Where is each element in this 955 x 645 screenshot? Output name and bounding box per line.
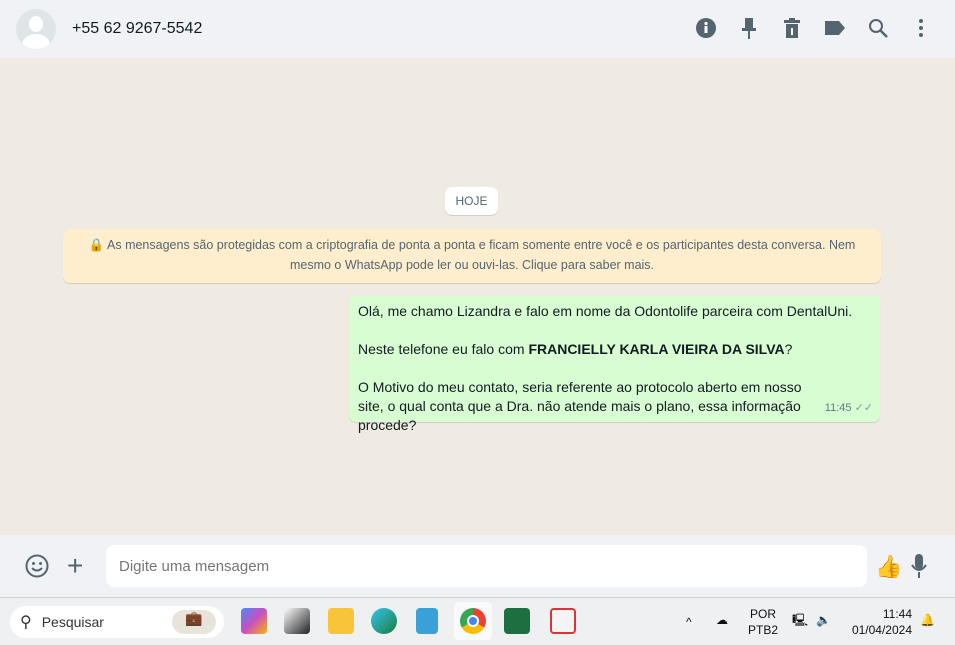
taskbar-search[interactable]: ⚲ Pesquisar 💼 [10,606,224,638]
date: 01/04/2024 [851,623,912,637]
layout: PTB2 [748,623,779,637]
date-chip: HOJE [445,187,498,215]
pin-icon[interactable] [737,16,761,40]
thumbs-up-icon[interactable]: 👍 [875,554,902,580]
info-icon[interactable] [694,16,718,40]
scrollbar[interactable] [945,58,955,535]
composer: + 👍 [0,535,955,597]
edge-icon[interactable] [371,608,397,634]
avatar[interactable] [16,9,56,49]
search-icon: ⚲ [20,614,32,631]
message-line: O Motivo do meu contato, seria referente… [358,379,802,433]
time: 11:44 [882,607,912,621]
notification-bell-icon[interactable]: 🔔 [920,612,935,628]
text: ? [784,341,793,357]
message-input[interactable] [106,545,867,587]
chat-area: HOJE 🔒 As mensagens são protegidas com a… [0,58,955,535]
chat-header: +55 62 9267-5542 [0,0,955,58]
microphone-icon[interactable] [910,554,928,584]
attach-plus-icon[interactable]: + [67,550,83,582]
notepad-icon[interactable] [416,608,438,634]
taskbar: ⚲ Pesquisar 💼 ^ ☁ POR PTB2 🖳 🔈 11:44 01/04/2… [0,597,955,645]
task-view-icon[interactable] [284,608,310,634]
chrome-taskbar-button[interactable] [454,602,492,640]
chrome-icon [460,608,486,634]
menu-icon[interactable] [909,16,933,40]
message-line: Olá, me chamo Lizandra e falo em nome da… [358,303,853,319]
language-indicator[interactable]: POR PTB2 [748,606,778,638]
message-line: Neste telefone eu falo com FRANCIELLY KA… [358,340,871,359]
excel-icon[interactable] [504,608,530,634]
bold-name: FRANCIELLY KARLA VIEIRA DA SILVA [528,341,785,357]
emoji-icon[interactable] [25,554,49,584]
snipping-tool-icon[interactable] [550,608,576,634]
message-time: 11:45 [824,402,852,414]
briefcase-icon: 💼 [172,610,216,634]
copilot-icon[interactable] [241,608,267,634]
search-label: Pesquisar [41,614,104,630]
encryption-notice[interactable]: 🔒 As mensagens são protegidas com a crip… [63,229,881,283]
text: Neste telefone eu falo com [358,341,529,357]
delete-icon[interactable] [780,16,804,40]
volume-icon[interactable]: 🔈 [816,612,831,628]
lang: POR [750,607,777,621]
outgoing-message[interactable]: Olá, me chamo Lizandra e falo em nome da… [349,296,880,433]
file-explorer-icon[interactable] [328,608,354,634]
contact-title[interactable]: +55 62 9267-5542 [72,20,202,38]
read-ticks-icon: ✓✓ [854,402,873,414]
clock[interactable]: 11:44 01/04/2024 [848,606,912,638]
network-icon[interactable]: 🖳 [792,612,808,628]
show-hidden-icons[interactable]: ^ [686,614,692,630]
label-icon[interactable] [823,16,847,40]
search-icon[interactable] [866,16,890,40]
onedrive-icon[interactable]: ☁ [716,612,728,628]
